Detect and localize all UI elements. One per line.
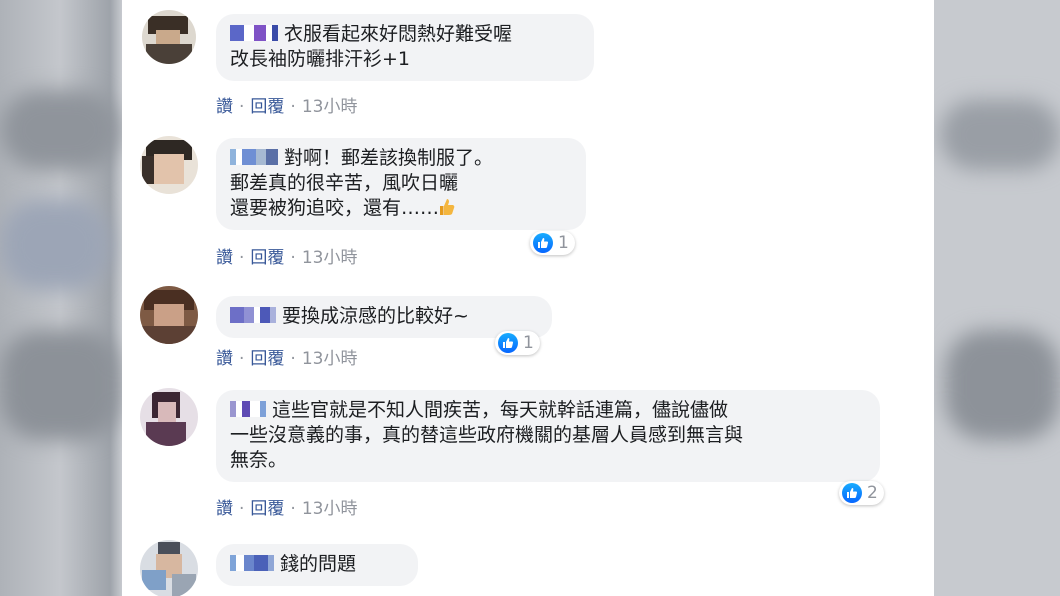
timestamp[interactable]: 13小時 xyxy=(302,499,358,519)
pixelated-name[interactable] xyxy=(230,24,278,41)
background-blur-shape xyxy=(0,330,120,440)
reaction-count[interactable]: 1 xyxy=(495,331,540,355)
pixelated-name[interactable] xyxy=(230,148,278,165)
comment-text-line: 一些沒意義的事，真的替這些政府機關的基層人員感到無言與 xyxy=(230,424,744,446)
comments-panel: 衣服看起來好悶熱好難受喔 改長袖防曬排汗衫+1 讚 · 回覆 · 13小時 對啊！郵差該… xyxy=(122,0,934,596)
comment-text-line: 對啊！郵差該換制服了。 xyxy=(284,147,494,169)
avatar[interactable] xyxy=(140,540,198,596)
comment-text-line: 衣服看起來好悶熱好難受喔 xyxy=(284,23,513,45)
background-blur-shape xyxy=(940,100,1060,170)
background-blur-shape xyxy=(945,330,1060,440)
avatar[interactable] xyxy=(140,286,198,344)
avatar[interactable] xyxy=(140,388,198,446)
comment-bubble: 錢的問題 xyxy=(216,544,418,586)
thumbs-up-icon xyxy=(533,233,553,253)
comment-text-line: 要換成涼感的比較好~ xyxy=(282,305,469,327)
reply-link[interactable]: 回覆 xyxy=(250,349,284,369)
comment-text-line: 改長袖防曬排汗衫+1 xyxy=(230,48,411,70)
reaction-count-value: 1 xyxy=(523,333,534,353)
comment-text-line: 錢的問題 xyxy=(280,553,357,575)
comment-actions: 讚 · 回覆 · 13小時 xyxy=(216,499,358,519)
background-blur-shape xyxy=(0,200,110,290)
reaction-count[interactable]: 1 xyxy=(530,231,575,255)
reaction-count[interactable]: 2 xyxy=(839,481,884,505)
comment-actions: 讚 · 回覆 · 13小時 xyxy=(216,97,358,117)
thumbs-up-icon xyxy=(498,333,518,353)
avatar[interactable] xyxy=(140,136,198,194)
comment-bubble: 對啊！郵差該換制服了。 郵差真的很辛苦，風吹日曬 還要被狗追咬，還有…… xyxy=(216,138,586,230)
reaction-count-value: 1 xyxy=(558,233,569,253)
like-link[interactable]: 讚 xyxy=(216,97,233,117)
background-blur-shape xyxy=(0,90,120,170)
pixelated-name[interactable] xyxy=(230,400,266,417)
thumbs-up-icon xyxy=(842,483,862,503)
comment-bubble: 衣服看起來好悶熱好難受喔 改長袖防曬排汗衫+1 xyxy=(216,14,594,81)
timestamp[interactable]: 13小時 xyxy=(302,349,358,369)
comment-text-line: 無奈。 xyxy=(230,449,288,471)
comment-actions: 讚 · 回覆 · 13小時 xyxy=(216,248,358,268)
pixelated-name[interactable] xyxy=(230,306,276,323)
avatar[interactable] xyxy=(142,10,196,64)
pixelated-name[interactable] xyxy=(230,554,274,571)
comment-bubble: 這些官就是不知人間疾苦，每天就幹話連篇，儘說儘做 一些沒意義的事，真的替這些政府… xyxy=(216,390,880,482)
reply-link[interactable]: 回覆 xyxy=(250,499,284,519)
comment-actions: 讚 · 回覆 · 13小時 xyxy=(216,349,358,369)
thumbs-up-emoji xyxy=(440,199,455,215)
timestamp[interactable]: 13小時 xyxy=(302,97,358,117)
like-link[interactable]: 讚 xyxy=(216,349,233,369)
like-link[interactable]: 讚 xyxy=(216,499,233,519)
comment-text-line: 這些官就是不知人間疾苦，每天就幹話連篇，儘說儘做 xyxy=(272,399,729,421)
comment-text-line: 郵差真的很辛苦，風吹日曬 xyxy=(230,172,459,194)
like-link[interactable]: 讚 xyxy=(216,248,233,268)
timestamp[interactable]: 13小時 xyxy=(302,248,358,268)
reply-link[interactable]: 回覆 xyxy=(250,248,284,268)
reply-link[interactable]: 回覆 xyxy=(250,97,284,117)
comment-text-line: 還要被狗追咬，還有…… xyxy=(230,197,440,219)
reaction-count-value: 2 xyxy=(867,483,878,503)
